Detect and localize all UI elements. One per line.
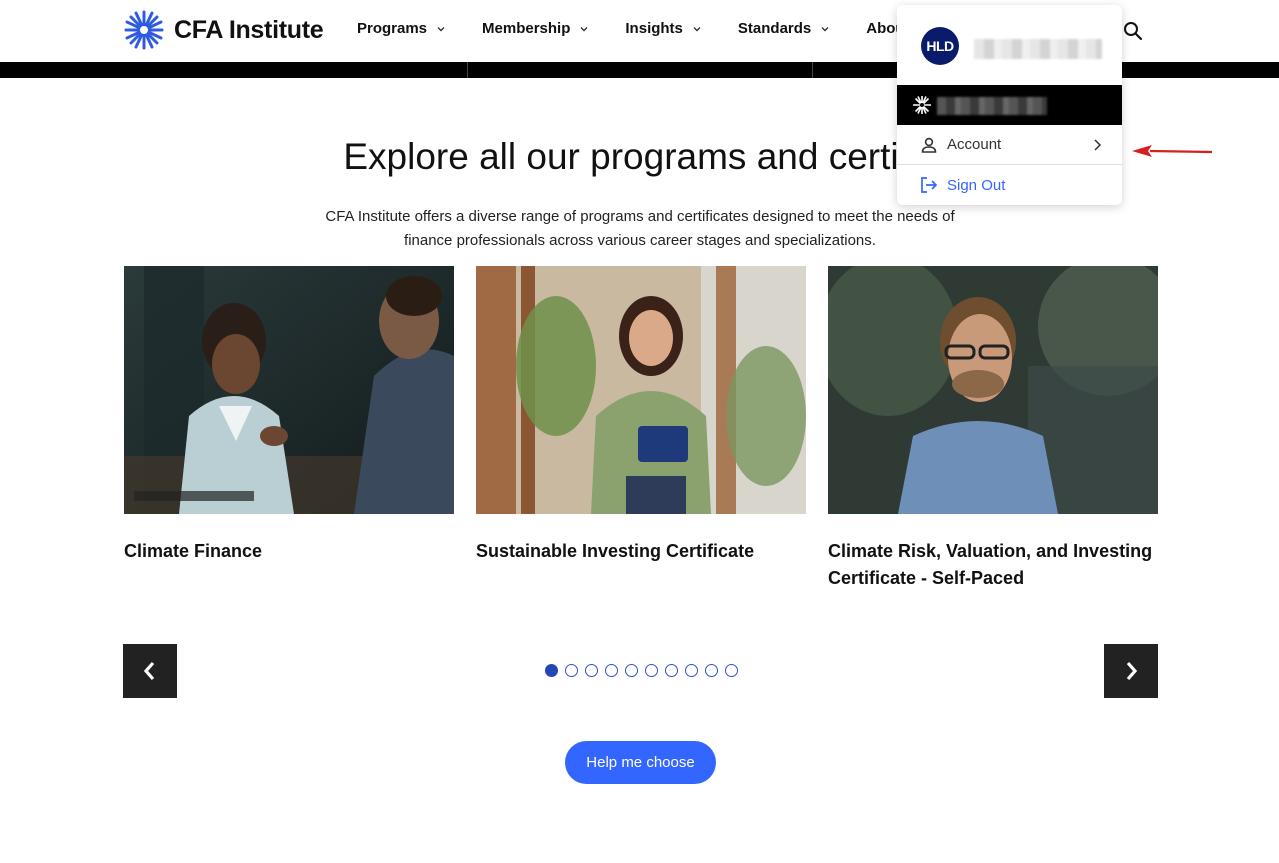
carousel-dot[interactable] [545,664,558,677]
user-icon [921,137,937,153]
nav-membership[interactable]: Membership [482,20,589,37]
carousel-dot[interactable] [645,664,658,677]
organization-row [897,85,1122,125]
card-title[interactable]: Sustainable Investing Certificate [476,538,806,565]
chevron-left-icon [143,661,155,681]
carousel-dot[interactable] [665,664,678,677]
nav-programs[interactable]: Programs [357,20,446,37]
nav-label: Standards [737,20,812,37]
sign-out-menu-item[interactable]: Sign Out [897,165,1122,205]
carousel-dot[interactable] [605,664,618,677]
carousel-dot[interactable] [685,664,698,677]
avatar: HLD [921,27,959,65]
redacted-org-name [937,97,1047,115]
carousel-prev-button[interactable] [123,644,177,698]
account-label: Account [947,136,1002,153]
card-image [124,266,454,514]
chevron-down-icon [821,26,829,31]
card-image [476,266,806,514]
main-nav: Programs Membership Insights Standards A… [357,20,965,37]
chevron-down-icon [693,26,701,31]
carousel-dot[interactable] [725,664,738,677]
user-profile-row: HLD [897,5,1122,85]
sign-out-label: Sign Out [947,176,1006,194]
cfa-logo-icon [124,10,164,50]
nav-label: Insights [625,20,683,37]
chevron-down-icon [580,26,588,31]
chevron-right-icon [1126,661,1138,681]
cfa-logo-icon [913,96,931,114]
annotation-arrow-icon [1132,145,1213,157]
help-me-choose-button[interactable]: Help me choose [565,741,716,784]
carousel-dot[interactable] [625,664,638,677]
search-icon[interactable] [1122,20,1144,42]
cfa-logo[interactable]: CFA Institute [122,8,324,52]
carousel-dot[interactable] [705,664,718,677]
nav-insights[interactable]: Insights [625,20,702,37]
nav-label: Programs [357,20,428,37]
redacted-user-name [974,39,1102,59]
program-card-climate-risk[interactable]: Climate Risk, Valuation, and Investing C… [828,266,1158,592]
carousel-next-button[interactable] [1104,644,1158,698]
divider [812,62,813,78]
divider [467,62,468,78]
logo-text: CFA Institute [174,15,324,44]
chevron-down-icon [437,26,445,31]
card-title[interactable]: Climate Risk, Valuation, and Investing C… [828,538,1158,592]
card-image [828,266,1158,514]
chevron-right-icon [1094,139,1102,151]
carousel-pagination [545,664,738,677]
nav-label: Membership [482,20,571,37]
program-card-sustainable-investing[interactable]: Sustainable Investing Certificate [476,266,806,565]
user-menu-dropdown: HLD Account Sign Out [897,5,1122,205]
page-description: CFA Institute offers a diverse range of … [325,208,955,249]
carousel-dot[interactable] [585,664,598,677]
carousel-dot[interactable] [565,664,578,677]
program-card-climate-finance[interactable]: Climate Finance [124,266,454,565]
account-menu-item[interactable]: Account [897,125,1122,165]
card-title[interactable]: Climate Finance [124,538,454,565]
nav-standards[interactable]: Standards [738,20,830,37]
sign-out-icon [921,177,938,193]
